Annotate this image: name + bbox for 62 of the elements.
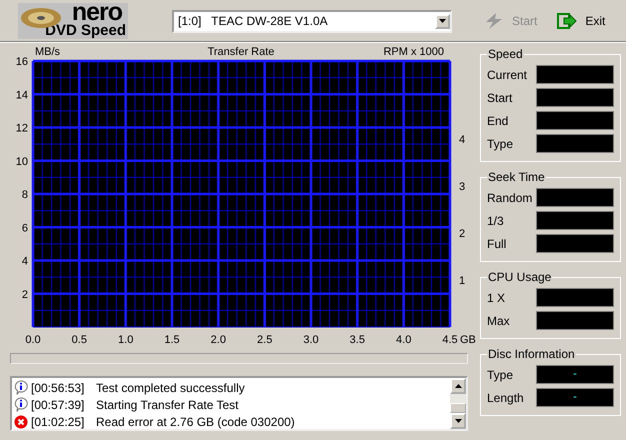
- field-label: End: [487, 114, 508, 128]
- y-tick-label: 16: [16, 56, 28, 68]
- group-title: Speed: [487, 47, 524, 61]
- field-label: Full: [487, 236, 506, 250]
- rpm-tick-label: 1: [458, 275, 466, 287]
- exit-icon: [557, 13, 578, 29]
- x-tick-label: 4.5: [442, 334, 458, 346]
- group-title: CPU Usage: [487, 270, 552, 284]
- field-label: 1 X: [487, 290, 506, 304]
- log-message: Test completed successfully: [96, 380, 245, 394]
- field-label: Length: [487, 390, 524, 404]
- y-tick-label: 12: [16, 122, 28, 134]
- log-time: [01:02:25]: [31, 414, 86, 428]
- group-title: Seek Time: [487, 170, 546, 184]
- field-label: Type: [487, 368, 514, 382]
- log-message: Read error at 2.76 GB (code 030200): [96, 414, 295, 428]
- exit-button[interactable]: Exit: [553, 11, 610, 31]
- y-tick-label: 6: [22, 222, 28, 234]
- y-axis-label: MB/s: [35, 46, 60, 58]
- down-arrow-icon: [454, 419, 462, 423]
- field-label: Start: [487, 90, 512, 104]
- rpm-axis-label: RPM x 1000: [383, 46, 444, 58]
- x-axis-label: GB: [460, 334, 476, 346]
- y-tick-label: 8: [22, 189, 28, 201]
- field-label: Max: [487, 314, 510, 328]
- field-label: Type: [487, 136, 514, 150]
- rpm-tick-label: 4: [458, 134, 466, 146]
- chart-title: Transfer Rate: [208, 46, 274, 58]
- log-message: Starting Transfer Rate Test: [96, 398, 239, 412]
- rpm-tick-label: 3: [458, 181, 466, 193]
- up-arrow-icon: [454, 384, 462, 388]
- x-tick-label: 1.5: [164, 334, 180, 346]
- readout-display: -: [536, 388, 614, 407]
- y-tick-label: 10: [16, 156, 28, 168]
- lightning-icon: [484, 13, 504, 29]
- x-tick-label: 0.5: [72, 334, 87, 346]
- y-tick-label: 4: [22, 256, 28, 268]
- dropdown-arrow-icon: [439, 19, 446, 23]
- rpm-tick-label: 2: [458, 228, 466, 240]
- x-tick-label: 2.0: [210, 334, 226, 346]
- drive-dropdown[interactable]: [1:0] TEAC DW-28E V1.0A: [172, 10, 452, 32]
- field-label: Current: [487, 68, 528, 82]
- x-tick-label: 0.0: [25, 334, 41, 346]
- info-icon: [14, 380, 28, 395]
- x-tick-label: 3.0: [303, 334, 319, 346]
- group-title: Disc Information: [487, 347, 576, 361]
- x-tick-label: 2.5: [257, 334, 272, 346]
- y-tick-label: 14: [16, 89, 28, 102]
- log-time: [00:56:53]: [31, 380, 86, 394]
- x-tick-label: 1.0: [118, 334, 134, 346]
- scroll-up-button[interactable]: [450, 378, 466, 394]
- y-tick-label: 2: [22, 288, 28, 301]
- error-icon: [14, 414, 28, 428]
- scrollbar-thumb[interactable]: [450, 403, 466, 413]
- field-label: Random: [487, 190, 532, 204]
- x-tick-label: 3.5: [350, 334, 365, 346]
- x-tick-label: 4.0: [396, 334, 412, 346]
- log-time: [00:57:39]: [31, 398, 86, 412]
- info-icon: [14, 397, 28, 412]
- readout-display: -: [536, 365, 614, 384]
- scroll-down-button[interactable]: [450, 413, 466, 429]
- field-label: 1/3: [487, 214, 504, 228]
